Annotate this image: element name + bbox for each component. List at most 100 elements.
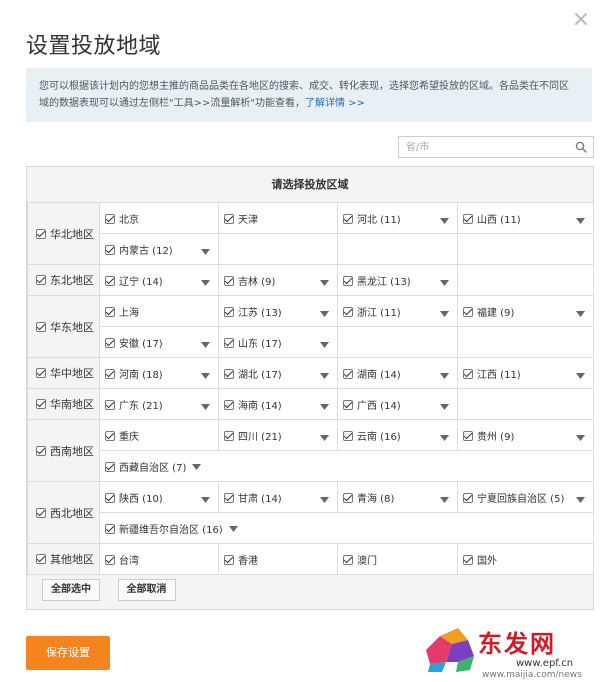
checkbox-checked-icon[interactable] <box>224 275 234 286</box>
chevron-down-icon[interactable] <box>228 522 238 532</box>
province-cell[interactable]: 台湾 <box>99 543 219 575</box>
region-cell[interactable]: 华南地区 <box>27 388 100 420</box>
province-item[interactable]: 海南 (14) <box>224 397 337 412</box>
province-cell[interactable]: 江苏 (13) <box>218 295 338 327</box>
province-cell[interactable]: 山西 (11) <box>457 202 594 234</box>
province-item[interactable]: 湖北 (17) <box>224 366 337 381</box>
region-cell[interactable]: 东北地区 <box>27 264 100 296</box>
checkbox-checked-icon[interactable] <box>36 228 46 239</box>
chevron-down-icon[interactable] <box>440 214 449 224</box>
chevron-down-icon[interactable] <box>320 369 329 379</box>
province-cell[interactable]: 黑龙江 (13) <box>337 264 458 296</box>
chevron-down-icon[interactable] <box>320 307 329 317</box>
province-cell[interactable]: 海南 (14) <box>218 388 338 420</box>
chevron-down-icon[interactable] <box>576 307 585 317</box>
province-item[interactable]: 天津 <box>224 211 337 226</box>
province-item[interactable]: 国外 <box>463 552 593 567</box>
checkbox-checked-icon[interactable] <box>463 368 473 379</box>
province-cell[interactable]: 陕西 (10) <box>99 481 219 513</box>
province-item[interactable]: 香港 <box>224 552 337 567</box>
checkbox-checked-icon[interactable] <box>343 554 353 565</box>
checkbox-checked-icon[interactable] <box>36 275 46 285</box>
region-cell[interactable]: 西北地区 <box>27 481 100 544</box>
chevron-down-icon[interactable] <box>320 493 329 503</box>
province-item[interactable]: 浙江 (11) <box>343 304 457 319</box>
province-item[interactable]: 西藏自治区 (7) <box>105 459 593 474</box>
province-cell[interactable]: 安徽 (17) <box>99 326 219 358</box>
checkbox-checked-icon[interactable] <box>343 399 353 410</box>
save-settings-button[interactable]: 保存设置 <box>26 636 110 670</box>
checkbox-checked-icon[interactable] <box>105 523 115 534</box>
province-cell[interactable]: 天津 <box>218 202 338 234</box>
province-cell[interactable]: 上海 <box>99 295 219 327</box>
province-item[interactable]: 甘肃 (14) <box>224 490 337 505</box>
checkbox-checked-icon[interactable] <box>105 213 115 224</box>
province-item[interactable]: 广西 (14) <box>343 397 457 412</box>
checkbox-checked-icon[interactable] <box>36 321 46 332</box>
checkbox-checked-icon[interactable] <box>36 445 46 456</box>
province-item[interactable]: 四川 (21) <box>224 428 337 443</box>
province-item[interactable]: 吉林 (9) <box>224 273 337 288</box>
province-item[interactable]: 河北 (11) <box>343 211 457 226</box>
checkbox-checked-icon[interactable] <box>105 244 115 255</box>
chevron-down-icon[interactable] <box>440 276 449 286</box>
checkbox-checked-icon[interactable] <box>343 213 353 224</box>
checkbox-checked-icon[interactable] <box>105 492 115 503</box>
region-cell[interactable]: 西南地区 <box>27 419 100 482</box>
province-item[interactable]: 上海 <box>105 304 218 319</box>
chevron-down-icon[interactable] <box>576 493 585 503</box>
chevron-down-icon[interactable] <box>320 276 329 286</box>
province-cell[interactable]: 广东 (21) <box>99 388 219 420</box>
checkbox-checked-icon[interactable] <box>105 461 115 472</box>
chevron-down-icon[interactable] <box>201 245 210 255</box>
checkbox-checked-icon[interactable] <box>463 306 473 317</box>
province-cell[interactable]: 重庆 <box>99 419 219 451</box>
province-cell[interactable]: 浙江 (11) <box>337 295 458 327</box>
province-cell[interactable]: 辽宁 (14) <box>99 264 219 296</box>
chevron-down-icon[interactable] <box>440 307 449 317</box>
province-cell[interactable]: 香港 <box>218 543 338 575</box>
province-cell[interactable]: 澳门 <box>337 543 458 575</box>
region-cell[interactable]: 其他地区 <box>27 543 100 575</box>
province-item[interactable]: 澳门 <box>343 552 457 567</box>
province-item[interactable]: 北京 <box>105 211 218 226</box>
checkbox-checked-icon[interactable] <box>36 507 46 518</box>
close-icon[interactable] <box>574 12 590 28</box>
chevron-down-icon[interactable] <box>201 338 210 348</box>
chevron-down-icon[interactable] <box>576 369 585 379</box>
checkbox-checked-icon[interactable] <box>105 430 115 441</box>
checkbox-checked-icon[interactable] <box>224 554 234 565</box>
checkbox-checked-icon[interactable] <box>463 430 473 441</box>
province-item[interactable]: 山东 (17) <box>224 335 337 350</box>
province-item[interactable]: 黑龙江 (13) <box>343 273 457 288</box>
chevron-down-icon[interactable] <box>320 431 329 441</box>
checkbox-checked-icon[interactable] <box>36 399 46 409</box>
checkbox-checked-icon[interactable] <box>105 554 115 565</box>
province-item[interactable]: 重庆 <box>105 428 218 443</box>
province-item[interactable]: 云南 (16) <box>343 428 457 443</box>
province-cell[interactable]: 青海 (8) <box>337 481 458 513</box>
province-item[interactable]: 内蒙古 (12) <box>105 242 218 257</box>
checkbox-checked-icon[interactable] <box>224 213 234 224</box>
search-icon[interactable] <box>575 141 587 153</box>
province-item[interactable]: 湖南 (14) <box>343 366 457 381</box>
province-cell[interactable]: 西藏自治区 (7) <box>99 450 594 482</box>
province-cell[interactable]: 河南 (18) <box>99 357 219 389</box>
checkbox-checked-icon[interactable] <box>36 554 46 564</box>
province-cell[interactable]: 河北 (11) <box>337 202 458 234</box>
province-item[interactable]: 宁夏回族自治区 (5) <box>463 490 593 505</box>
checkbox-checked-icon[interactable] <box>343 306 353 317</box>
checkbox-checked-icon[interactable] <box>105 399 115 410</box>
chevron-down-icon[interactable] <box>440 369 449 379</box>
province-item[interactable]: 贵州 (9) <box>463 428 593 443</box>
chevron-down-icon[interactable] <box>576 431 585 441</box>
province-cell[interactable]: 甘肃 (14) <box>218 481 338 513</box>
checkbox-checked-icon[interactable] <box>343 368 353 379</box>
chevron-down-icon[interactable] <box>201 400 210 410</box>
province-item[interactable]: 广东 (21) <box>105 397 218 412</box>
province-item[interactable]: 江苏 (13) <box>224 304 337 319</box>
province-cell[interactable]: 福建 (9) <box>457 295 594 327</box>
province-cell[interactable]: 江西 (11) <box>457 357 594 389</box>
province-item[interactable]: 福建 (9) <box>463 304 593 319</box>
checkbox-checked-icon[interactable] <box>224 306 234 317</box>
